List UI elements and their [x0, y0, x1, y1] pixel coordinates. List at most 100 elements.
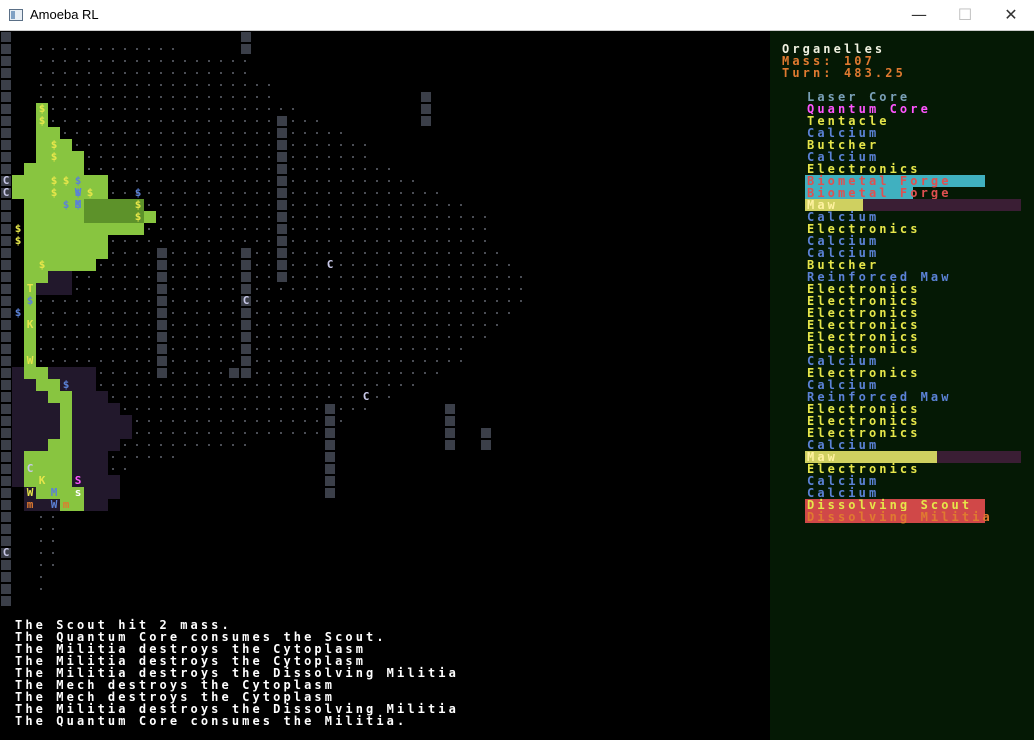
- floor-tile: [316, 192, 318, 194]
- floor-tile: [52, 120, 54, 122]
- floor-tile: [40, 84, 42, 86]
- floor-tile: [136, 156, 138, 158]
- floor-tile: [148, 180, 150, 182]
- floor-tile: [232, 336, 234, 338]
- floor-tile: [388, 216, 390, 218]
- floor-tile: [184, 264, 186, 266]
- floor-tile: [76, 144, 78, 146]
- floor-tile: [88, 348, 90, 350]
- floor-tile: [232, 84, 234, 86]
- floor-tile: [328, 372, 330, 374]
- floor-tile: [268, 84, 270, 86]
- floor-tile: [148, 120, 150, 122]
- floor-tile: [184, 372, 186, 374]
- floor-tile: [256, 192, 258, 194]
- floor-tile: [364, 408, 366, 410]
- floor-tile: [328, 228, 330, 230]
- floor-tile: [304, 120, 306, 122]
- floor-tile: [124, 324, 126, 326]
- floor-tile: [400, 216, 402, 218]
- floor-tile: [268, 216, 270, 218]
- floor-tile: [232, 120, 234, 122]
- floor-tile: [424, 192, 426, 194]
- floor-tile: [340, 276, 342, 278]
- floor-tile: [112, 348, 114, 350]
- wall-tile: [1, 32, 11, 42]
- floor-tile: [268, 384, 270, 386]
- close-button[interactable]: ✕: [988, 0, 1034, 30]
- floor-tile: [400, 384, 402, 386]
- floor-tile: [364, 264, 366, 266]
- floor-tile: [172, 408, 174, 410]
- floor-tile: [112, 192, 114, 194]
- floor-tile: [460, 240, 462, 242]
- floor-tile: [184, 180, 186, 182]
- floor-tile: [376, 372, 378, 374]
- floor-tile: [88, 312, 90, 314]
- floor-tile: [196, 180, 198, 182]
- dungeon-map[interactable]: C C C C C C C $ $ $ $ $ $ $ $ $ $ $ $ $ $ $ $ $ $ $ $ $ M W W M T K W K Wm m s…: [0, 31, 770, 621]
- floor-tile: [220, 84, 222, 86]
- wall-tile: [1, 452, 11, 462]
- floor-tile: [316, 120, 318, 122]
- floor-tile: [352, 228, 354, 230]
- floor-tile: [64, 336, 66, 338]
- floor-tile: [304, 360, 306, 362]
- floor-tile: [316, 396, 318, 398]
- floor-tile: [184, 336, 186, 338]
- floor-tile: [208, 180, 210, 182]
- floor-tile: [376, 204, 378, 206]
- floor-tile: [328, 324, 330, 326]
- floor-tile: [196, 396, 198, 398]
- floor-tile: [256, 372, 258, 374]
- floor-tile: [400, 312, 402, 314]
- map-door-glyph: C: [242, 294, 250, 307]
- floor-tile: [268, 228, 270, 230]
- floor-tile: [52, 360, 54, 362]
- floor-tile: [424, 312, 426, 314]
- map-entity-glyph: K: [38, 474, 46, 487]
- floor-tile: [340, 264, 342, 266]
- floor-tile: [328, 156, 330, 158]
- floor-tile: [124, 168, 126, 170]
- floor-tile: [208, 300, 210, 302]
- floor-tile: [220, 432, 222, 434]
- floor-tile: [328, 288, 330, 290]
- floor-tile: [256, 288, 258, 290]
- floor-tile: [280, 348, 282, 350]
- minimize-button[interactable]: —: [896, 0, 942, 30]
- floor-tile: [448, 360, 450, 362]
- wall-tile: [1, 464, 11, 474]
- floor-tile: [304, 156, 306, 158]
- floor-tile: [256, 216, 258, 218]
- organelle-health-bar-empty: [937, 451, 1021, 463]
- floor-tile: [148, 384, 150, 386]
- floor-tile: [220, 324, 222, 326]
- floor-tile: [256, 96, 258, 98]
- floor-tile: [304, 420, 306, 422]
- floor-tile: [304, 396, 306, 398]
- floor-tile: [424, 348, 426, 350]
- floor-tile: [364, 372, 366, 374]
- floor-tile: [64, 360, 66, 362]
- floor-tile: [220, 348, 222, 350]
- map-entity-glyph: m: [26, 498, 34, 511]
- floor-tile: [328, 336, 330, 338]
- map-tiles-layer: [1, 32, 522, 606]
- floor-tile: [184, 420, 186, 422]
- floor-tile: [508, 288, 510, 290]
- floor-tile: [208, 408, 210, 410]
- floor-tile: [292, 168, 294, 170]
- floor-tile: [244, 444, 246, 446]
- game-console[interactable]: C C C C C C C $ $ $ $ $ $ $ $ $ $ $ $ $ $ $ $ $ $ $ $ $ M W W M T K W K Wm m s…: [0, 31, 1034, 740]
- floor-tile: [208, 312, 210, 314]
- floor-tile: [508, 312, 510, 314]
- floor-tile: [172, 72, 174, 74]
- floor-tile: [100, 168, 102, 170]
- floor-tile: [148, 60, 150, 62]
- floor-tile: [484, 228, 486, 230]
- floor-tile: [112, 48, 114, 50]
- maximize-button[interactable]: ☐: [942, 0, 988, 30]
- floor-tile: [268, 408, 270, 410]
- map-door-glyph: C: [2, 186, 10, 199]
